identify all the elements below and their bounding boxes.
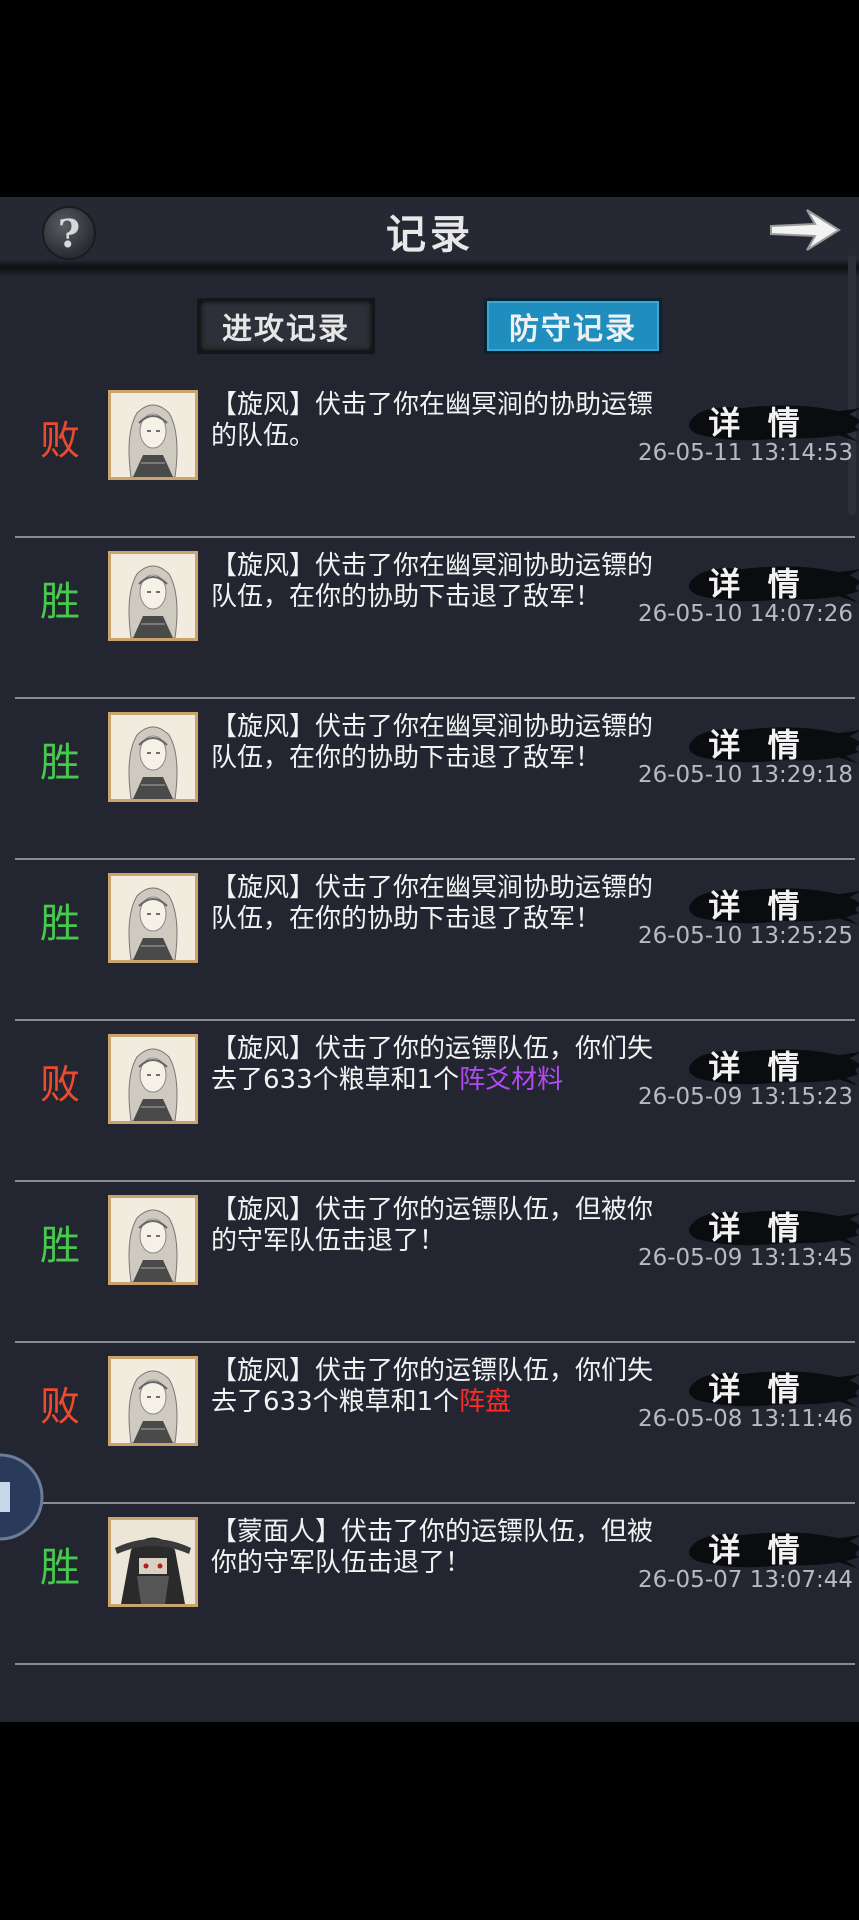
result-label: 败	[40, 418, 80, 464]
record-timestamp: 26-05-10 14:07:26	[637, 601, 853, 627]
result-label: 胜	[40, 901, 80, 947]
result-label: 败	[40, 1062, 80, 1108]
record-row: 败【旋风】伏击了你的运镖队伍，你们失去了633个粮草和1个阵爻材料详 情 26-0…	[15, 1022, 859, 1182]
record-text: 【旋风】伏击了你在幽冥涧协助运镖的队伍，在你的协助下击退了敌军！	[211, 712, 654, 773]
question-icon: ?	[57, 210, 81, 256]
record-timestamp: 26-05-07 13:07:44	[637, 1567, 853, 1593]
result-label: 败	[40, 1384, 80, 1430]
row-divider	[15, 697, 855, 699]
record-text: 【旋风】伏击了你在幽冥涧协助运镖的队伍，在你的协助下击退了敌军！	[211, 873, 654, 934]
masked-man-avatar[interactable]	[108, 1517, 198, 1607]
record-row: 败【旋风】伏击了你的运镖队伍，你们失去了633个粮草和1个阵盘详 情 26-05-…	[15, 1344, 859, 1504]
record-message: 【旋风】伏击了你的运镖队伍，你们失去了633个粮草和1个阵盘	[211, 1356, 656, 1418]
longhair-hero-avatar[interactable]	[108, 1195, 198, 1285]
record-timestamp: 26-05-10 13:29:18	[637, 762, 853, 788]
longhair-hero-avatar[interactable]	[108, 1356, 198, 1446]
record-message: 【旋风】伏击了你在幽冥涧协助运镖的队伍，在你的协助下击退了敌军！	[211, 551, 656, 613]
record-message: 【旋风】伏击了你在幽冥涧协助运镖的队伍，在你的协助下击退了敌军！	[211, 712, 656, 774]
record-text: 【旋风】伏击了你的运镖队伍，你们失去了633个粮草和1个	[211, 1356, 654, 1417]
record-timestamp: 26-05-09 13:15:23	[637, 1084, 853, 1110]
record-text: 【旋风】伏击了你的运镖队伍，你们失去了633个粮草和1个	[211, 1034, 654, 1095]
arrow-right-icon	[770, 209, 841, 251]
result-label: 胜	[40, 579, 80, 625]
record-row: 胜【蒙面人】伏击了你的运镖队伍，但被你的守军队伍击退了！详 情 26-05-07 …	[15, 1505, 859, 1665]
record-row: 胜【旋风】伏击了你在幽冥涧协助运镖的队伍，在你的协助下击退了敌军！详 情 26-0…	[15, 539, 859, 699]
record-message: 【蒙面人】伏击了你的运镖队伍，但被你的守军队伍击退了！	[211, 1517, 656, 1579]
row-divider	[15, 1180, 855, 1182]
record-message: 【旋风】伏击了你的运镖队伍，但被你的守军队伍击退了！	[211, 1195, 656, 1257]
longhair-hero-avatar[interactable]	[108, 712, 198, 802]
longhair-hero-avatar[interactable]	[108, 873, 198, 963]
record-timestamp: 26-05-08 13:11:46	[637, 1406, 853, 1432]
side-handle-icon[interactable]	[0, 1452, 44, 1542]
help-button[interactable]: ?	[42, 206, 96, 260]
row-divider	[15, 1019, 855, 1021]
row-divider	[15, 1663, 855, 1665]
row-divider	[15, 1502, 855, 1504]
row-divider	[15, 1341, 855, 1343]
lost-item-name: 阵爻材料	[459, 1065, 564, 1095]
lost-item-name: 阵盘	[459, 1387, 512, 1417]
result-label: 胜	[40, 1545, 80, 1591]
record-message: 【旋风】伏击了你在幽冥涧的协助运镖的队伍。	[211, 390, 656, 452]
result-label: 胜	[40, 1223, 80, 1269]
tab-attack-records[interactable]: 进攻记录	[197, 298, 375, 354]
result-label: 胜	[40, 740, 80, 786]
record-timestamp: 26-05-10 13:25:25	[637, 923, 853, 949]
record-row: 胜【旋风】伏击了你的运镖队伍，但被你的守军队伍击退了！详 情 26-05-09 1…	[15, 1183, 859, 1343]
record-message: 【旋风】伏击了你的运镖队伍，你们失去了633个粮草和1个阵爻材料	[211, 1034, 656, 1096]
tab-defense-records[interactable]: 防守记录	[484, 298, 662, 354]
record-row: 胜【旋风】伏击了你在幽冥涧协助运镖的队伍，在你的协助下击退了敌军！详 情 26-0…	[15, 861, 859, 1021]
back-button[interactable]	[765, 200, 845, 260]
record-message: 【旋风】伏击了你在幽冥涧协助运镖的队伍，在你的协助下击退了敌军！	[211, 873, 656, 935]
record-timestamp: 26-05-09 13:13:45	[637, 1245, 853, 1271]
page-title: 记录	[386, 211, 474, 258]
record-timestamp: 26-05-11 13:14:53	[637, 440, 853, 466]
longhair-hero-avatar[interactable]	[108, 1034, 198, 1124]
record-text: 【旋风】伏击了你在幽冥涧协助运镖的队伍，在你的协助下击退了敌军！	[211, 551, 654, 612]
record-text: 【旋风】伏击了你在幽冥涧的协助运镖的队伍。	[211, 390, 654, 451]
longhair-hero-avatar[interactable]	[108, 390, 198, 480]
record-text: 【蒙面人】伏击了你的运镖队伍，但被你的守军队伍击退了！	[211, 1517, 654, 1578]
record-row: 胜【旋风】伏击了你在幽冥涧协助运镖的队伍，在你的协助下击退了敌军！详 情 26-0…	[15, 700, 859, 860]
record-text: 【旋风】伏击了你的运镖队伍，但被你的守军队伍击退了！	[211, 1195, 654, 1256]
longhair-hero-avatar[interactable]	[108, 551, 198, 641]
row-divider	[15, 858, 855, 860]
row-divider	[15, 536, 855, 538]
record-row: 败【旋风】伏击了你在幽冥涧的协助运镖的队伍。详 情 26-05-11 13:14:…	[15, 378, 859, 538]
